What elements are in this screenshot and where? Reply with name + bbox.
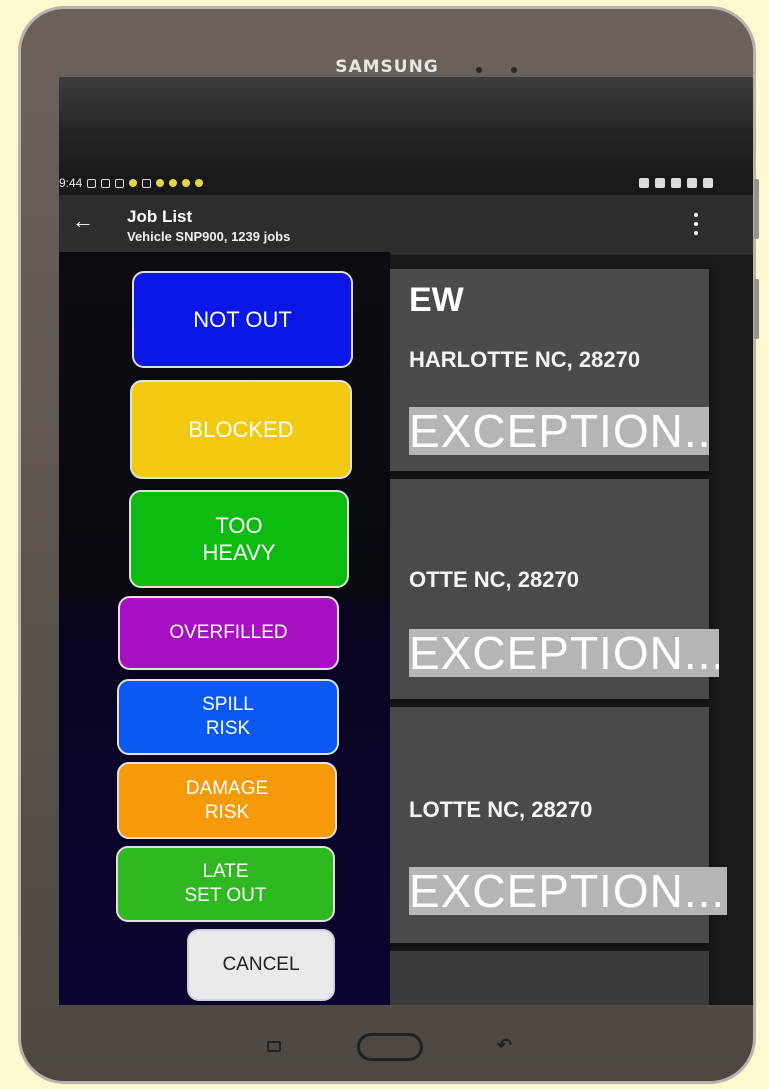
wifi-signal-icon: [671, 178, 681, 188]
option-label: RISK: [204, 801, 250, 823]
exception-button[interactable]: EXCEPTION...: [409, 629, 719, 677]
battery-icon: [703, 178, 713, 188]
exception-button[interactable]: EXCEPTION...: [409, 407, 709, 455]
option-label: LATE: [202, 861, 249, 883]
option-label: DAMAGE: [185, 777, 269, 799]
blocked-button[interactable]: BLOCKED: [130, 380, 352, 479]
option-label: TOO: [215, 512, 263, 538]
notification-dot-icon: [129, 179, 138, 187]
notification-dot-icon: [169, 179, 178, 187]
notification-dot-icon: [195, 179, 204, 187]
back-arrow-icon[interactable]: ←: [71, 209, 95, 233]
cell-signal-icon: [687, 178, 697, 188]
too-heavy-button[interactable]: TOO HEAVY: [129, 490, 349, 588]
overfilled-button[interactable]: OVERFILLED: [118, 596, 339, 670]
job-heading: EW: [409, 281, 464, 319]
sensor: [511, 67, 517, 73]
page-subtitle: Vehicle SNP900, 1239 jobs: [127, 229, 291, 244]
lock-icon: [101, 178, 111, 188]
option-label: BLOCKED: [188, 416, 294, 442]
status-time: 9:44: [59, 176, 83, 190]
home-button[interactable]: [357, 1033, 423, 1061]
back-key-icon[interactable]: ↶: [497, 1035, 512, 1056]
front-camera: [476, 67, 482, 73]
screen-glare: [59, 77, 753, 172]
job-address: HARLOTTE NC, 28270: [409, 347, 641, 372]
option-label: SPILL: [202, 694, 254, 716]
overflow-menu-icon[interactable]: [691, 213, 701, 235]
wifi-icon: [115, 178, 125, 188]
job-card[interactable]: LOTTE NC, 28270 EXCEPTION...: [379, 707, 727, 943]
app-bar: ← Job List Vehicle SNP900, 1239 jobs: [59, 195, 753, 255]
exception-button[interactable]: EXCEPTION...: [409, 867, 727, 915]
status-icons: [639, 173, 713, 193]
job-card[interactable]: OTTE NC, 28270 EXCEPTION...: [379, 479, 719, 699]
volume-key[interactable]: [754, 279, 759, 339]
option-label: RISK: [205, 718, 251, 739]
option-label: NOT OUT: [193, 306, 292, 332]
notification-dot-icon: [182, 179, 191, 187]
option-label: HEAVY: [202, 540, 276, 565]
exception-menu: NOT OUT BLOCKED TOO HEAVY OVERFILLED SPI…: [59, 252, 390, 1005]
screen: 9:44 ← Job List Vehicle SNP900, 1239 job…: [59, 77, 753, 1005]
hardware-nav: ↶: [21, 1031, 753, 1071]
damage-risk-button[interactable]: DAMAGE RISK: [117, 762, 337, 839]
cancel-label: CANCEL: [222, 954, 300, 976]
late-set-out-button[interactable]: LATE SET OUT: [116, 846, 335, 922]
status-bar: 9:44: [59, 173, 753, 193]
mute-icon: [639, 178, 649, 188]
page-title: Job List: [127, 207, 193, 226]
option-label: OVERFILLED: [169, 622, 288, 644]
tablet-frame: SAMSUNG 9:44 ← Job List Vehicle SNP900, …: [18, 6, 759, 1084]
recent-apps-icon[interactable]: [267, 1041, 281, 1052]
job-card[interactable]: [379, 951, 709, 1005]
notification-dot-icon: [156, 179, 165, 187]
location-icon: [655, 178, 665, 188]
option-label: SET OUT: [184, 885, 267, 906]
job-card[interactable]: EW HARLOTTE NC, 28270 EXCEPTION...: [379, 269, 709, 471]
device-brand: SAMSUNG: [335, 57, 439, 77]
job-address: LOTTE NC, 28270: [409, 797, 593, 822]
job-address: OTTE NC, 28270: [409, 567, 579, 592]
power-key[interactable]: [754, 179, 759, 239]
job-list: EW HARLOTTE NC, 28270 EXCEPTION... OTTE …: [359, 257, 753, 1005]
spill-risk-button[interactable]: SPILL RISK: [117, 679, 339, 755]
not-out-button[interactable]: NOT OUT: [132, 271, 353, 368]
cancel-button[interactable]: CANCEL: [187, 929, 335, 1001]
notification-icon: [87, 178, 97, 188]
app-icon: [142, 178, 152, 188]
